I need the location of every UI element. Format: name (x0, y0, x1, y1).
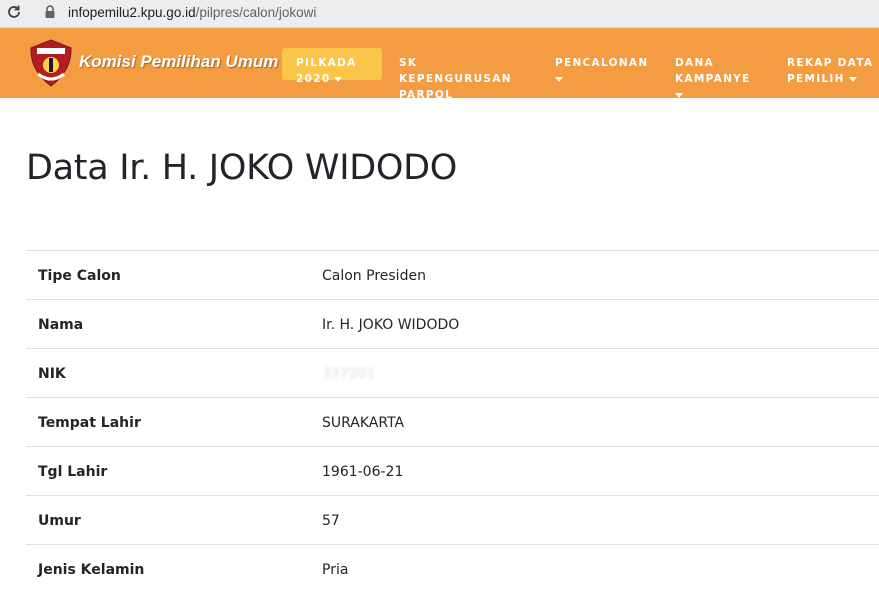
candidate-detail-table: Tipe Calon Calon Presiden Nama Ir. H. JO… (26, 250, 879, 593)
menu-sk-kepengurusan-parpol[interactable]: SK KEPENGURUSAN PARPOL (399, 55, 512, 103)
menu-label: DANA (675, 57, 714, 69)
caret-down-icon (675, 92, 683, 98)
menu-label: KEPENGURUSAN (399, 73, 512, 85)
row-label: Nama (38, 317, 84, 333)
browser-address-bar: infopemilu2.kpu.go.id/pilpres/calon/joko… (0, 0, 879, 28)
menu-label: 2020 (296, 73, 331, 85)
menu-dana-kampanye[interactable]: DANA KAMPANYE (675, 55, 751, 103)
row-value-redacted: 337201 (322, 366, 376, 382)
menu-label: PILKADA (296, 57, 357, 69)
menu-label: KAMPANYE (675, 73, 751, 85)
table-row: NIK 337201 (26, 348, 879, 397)
table-row: Tipe Calon Calon Presiden (26, 250, 879, 299)
row-label: Tipe Calon (38, 268, 121, 284)
menu-rekap-data-pemilih[interactable]: REKAP DATA PEMILIH (787, 55, 873, 87)
row-value: Calon Presiden (322, 268, 426, 284)
menu-label: REKAP DATA (787, 57, 874, 69)
row-value: 1961-06-21 (322, 464, 404, 480)
caret-down-icon (848, 76, 857, 82)
row-label: Tgl Lahir (38, 464, 108, 480)
url-host: infopemilu2.kpu.go.id (68, 5, 196, 20)
menu-label: SK (399, 57, 418, 69)
caret-down-icon (555, 76, 563, 82)
row-label: Jenis Kelamin (38, 562, 145, 578)
menu-label: PENCALONAN (555, 57, 649, 69)
row-value: 57 (322, 513, 340, 529)
page-title: Data Ir. H. JOKO WIDODO (26, 148, 458, 188)
lock-icon[interactable] (44, 5, 56, 19)
url-field[interactable]: infopemilu2.kpu.go.id/pilpres/calon/joko… (68, 5, 316, 20)
row-value: SURAKARTA (322, 415, 405, 431)
table-row: Tgl Lahir 1961-06-21 (26, 446, 879, 495)
row-value: Pria (322, 562, 349, 578)
table-row: Nama Ir. H. JOKO WIDODO (26, 299, 879, 348)
menu-pencalonan[interactable]: PENCALONAN (555, 55, 648, 87)
site-navbar: Komisi Pemilihan Umum PILKADA 2020 SK KE… (0, 28, 879, 101)
row-label: NIK (38, 366, 66, 382)
table-row: Umur 57 (26, 495, 879, 544)
site-brand-title[interactable]: Komisi Pemilihan Umum (79, 52, 278, 72)
caret-down-icon (334, 76, 343, 82)
url-path: /pilpres/calon/jokowi (195, 5, 317, 20)
row-label: Tempat Lahir (38, 415, 141, 431)
menu-label: PARPOL (399, 89, 454, 101)
menu-pilkada-2020[interactable]: PILKADA 2020 (282, 48, 382, 85)
row-label: Umur (38, 513, 81, 529)
menu-label: PEMILIH (787, 73, 845, 85)
row-value: Ir. H. JOKO WIDODO (322, 317, 460, 333)
reload-icon[interactable] (6, 4, 22, 20)
table-row: Tempat Lahir SURAKARTA (26, 397, 879, 446)
kpu-logo-icon[interactable] (28, 38, 74, 88)
